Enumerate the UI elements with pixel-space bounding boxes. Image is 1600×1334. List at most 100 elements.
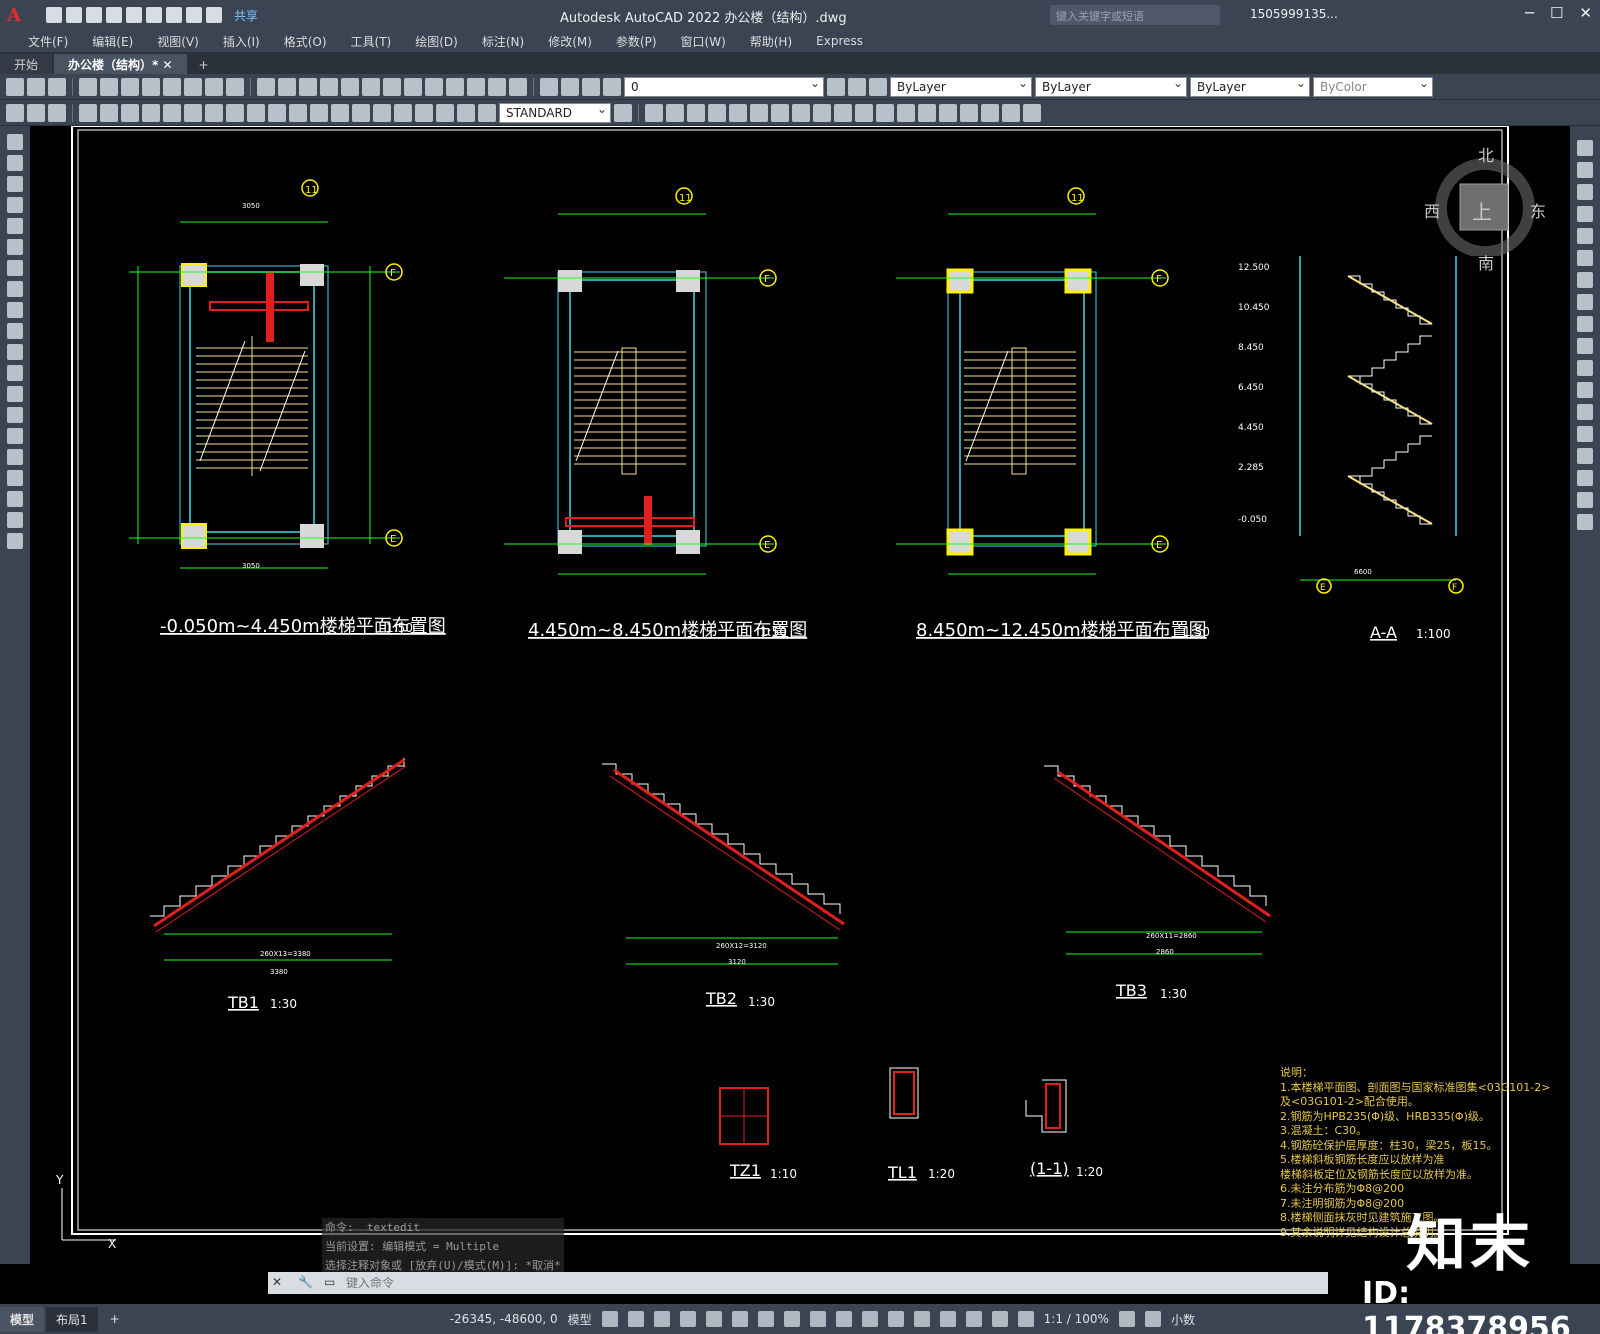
annotation-monitor-icon[interactable]: [1144, 1311, 1161, 1327]
menu-draw[interactable]: 绘图(D): [403, 33, 470, 50]
save-as-icon[interactable]: [106, 7, 122, 23]
baseline-icon[interactable]: [268, 103, 286, 122]
extend-icon[interactable]: [1577, 360, 1593, 376]
viewcube-north[interactable]: 北: [1478, 142, 1494, 166]
attribute-icon[interactable]: [48, 103, 66, 122]
tab-layout1[interactable]: 布局1: [46, 1306, 98, 1332]
flatshot-icon[interactable]: [960, 103, 978, 122]
hatch-icon[interactable]: [7, 428, 23, 444]
erase-icon[interactable]: [1577, 140, 1593, 156]
revcloud-icon[interactable]: [7, 281, 23, 297]
markup-icon[interactable]: [467, 77, 485, 96]
radius-dim-icon[interactable]: [163, 103, 181, 122]
tool-palettes-icon[interactable]: [425, 77, 443, 96]
tolerance-icon[interactable]: [352, 103, 370, 122]
chamfer-icon[interactable]: [1577, 448, 1593, 464]
linear-dim-icon[interactable]: [79, 103, 97, 122]
new-tab-button[interactable]: +: [189, 56, 219, 74]
layer-states-icon[interactable]: [869, 77, 887, 96]
3d-rotate-icon[interactable]: [1002, 103, 1020, 122]
viewcube[interactable]: 北 南 西 东 上: [1424, 146, 1546, 273]
command-prompt-icon[interactable]: ▭: [324, 1275, 342, 1291]
save-icon[interactable]: [86, 7, 102, 23]
preview-icon[interactable]: [100, 77, 118, 96]
close-tab-icon[interactable]: ✕: [162, 58, 172, 72]
ordinate-icon[interactable]: [142, 103, 160, 122]
annotation-visibility-icon[interactable]: [991, 1311, 1008, 1327]
selection-filter-icon[interactable]: [939, 1311, 956, 1327]
extrude-icon[interactable]: [771, 103, 789, 122]
lineweight-dropdown[interactable]: ByLayer: [1190, 76, 1310, 97]
make-current-icon[interactable]: [827, 77, 845, 96]
xref-icon[interactable]: [27, 103, 45, 122]
menu-dimension[interactable]: 标注(N): [470, 33, 536, 50]
dynamic-ucs-icon[interactable]: [913, 1311, 930, 1327]
snap-icon[interactable]: [627, 1311, 644, 1327]
gradient-icon[interactable]: [7, 449, 23, 465]
auto-scale-icon[interactable]: [1017, 1311, 1034, 1327]
3d-align-icon[interactable]: [1023, 103, 1041, 122]
dim-edit-icon[interactable]: [436, 103, 454, 122]
lineweight-icon[interactable]: [809, 1311, 826, 1327]
zoom-window-icon[interactable]: [341, 77, 359, 96]
workspace-gear-icon[interactable]: [1118, 1311, 1135, 1327]
save-file-icon[interactable]: [48, 77, 66, 96]
dim-style-dropdown[interactable]: STANDARD: [499, 102, 611, 123]
user-account[interactable]: 1505999135...: [1250, 7, 1338, 21]
menu-edit[interactable]: 编辑(E): [80, 33, 145, 50]
slice-icon[interactable]: [918, 103, 936, 122]
cut-icon[interactable]: [142, 77, 160, 96]
undo-icon[interactable]: [186, 7, 202, 23]
polyline-icon[interactable]: [7, 176, 23, 192]
menu-window[interactable]: 窗口(W): [669, 33, 738, 50]
paste-icon[interactable]: [184, 77, 202, 96]
tab-model[interactable]: 模型: [0, 1306, 45, 1332]
angular-icon[interactable]: [226, 103, 244, 122]
section-plane-icon[interactable]: [939, 103, 957, 122]
web-save-icon[interactable]: [126, 7, 142, 23]
infer-constraints-icon[interactable]: [653, 1311, 670, 1327]
osnap-icon[interactable]: [783, 1311, 800, 1327]
osnap-tracking-icon[interactable]: [757, 1311, 774, 1327]
ellipse-arc-icon[interactable]: [7, 344, 23, 360]
trim-icon[interactable]: [1577, 338, 1593, 354]
open-icon[interactable]: [66, 7, 82, 23]
union-icon[interactable]: [855, 103, 873, 122]
add-layout-button[interactable]: +: [110, 1312, 120, 1326]
print-icon[interactable]: [79, 77, 97, 96]
3d-move-icon[interactable]: [981, 103, 999, 122]
properties-icon[interactable]: [383, 77, 401, 96]
wedge-icon[interactable]: [729, 103, 747, 122]
jogged-icon[interactable]: [184, 103, 202, 122]
layer-dropdown[interactable]: 0: [624, 76, 824, 97]
open-file-icon[interactable]: [27, 77, 45, 96]
viewcube-south[interactable]: 南: [1478, 250, 1494, 274]
command-input[interactable]: [346, 1274, 1328, 1292]
isodraft-icon[interactable]: [731, 1311, 748, 1327]
layer-lock-icon[interactable]: [603, 77, 621, 96]
menu-format[interactable]: 格式(O): [272, 33, 339, 50]
rectangle-icon[interactable]: [7, 218, 23, 234]
insert-block-icon[interactable]: [7, 365, 23, 381]
revolve-icon[interactable]: [792, 103, 810, 122]
zoom-previous-icon[interactable]: [362, 77, 380, 96]
match-properties-icon[interactable]: [205, 77, 223, 96]
tab-drawing[interactable]: 办公楼（结构）* ✕: [54, 54, 187, 74]
dim-style-icon[interactable]: [614, 103, 632, 122]
aligned-dim-icon[interactable]: [100, 103, 118, 122]
intersect-icon[interactable]: [897, 103, 915, 122]
dim-update-icon[interactable]: [478, 103, 496, 122]
center-mark-icon[interactable]: [373, 103, 391, 122]
continue-icon[interactable]: [289, 103, 307, 122]
share-button[interactable]: 共享: [234, 7, 258, 24]
grid-icon[interactable]: [601, 1311, 618, 1327]
viewcube-west[interactable]: 西: [1424, 198, 1440, 222]
make-block-icon[interactable]: [7, 386, 23, 402]
plot-icon[interactable]: [166, 7, 182, 23]
model-space-button[interactable]: 模型: [568, 1311, 592, 1328]
move-icon[interactable]: [1577, 250, 1593, 266]
construction-line-icon[interactable]: [7, 155, 23, 171]
undo-tb-icon[interactable]: [257, 77, 275, 96]
layer-previous-icon[interactable]: [848, 77, 866, 96]
calculator-icon[interactable]: [488, 77, 506, 96]
